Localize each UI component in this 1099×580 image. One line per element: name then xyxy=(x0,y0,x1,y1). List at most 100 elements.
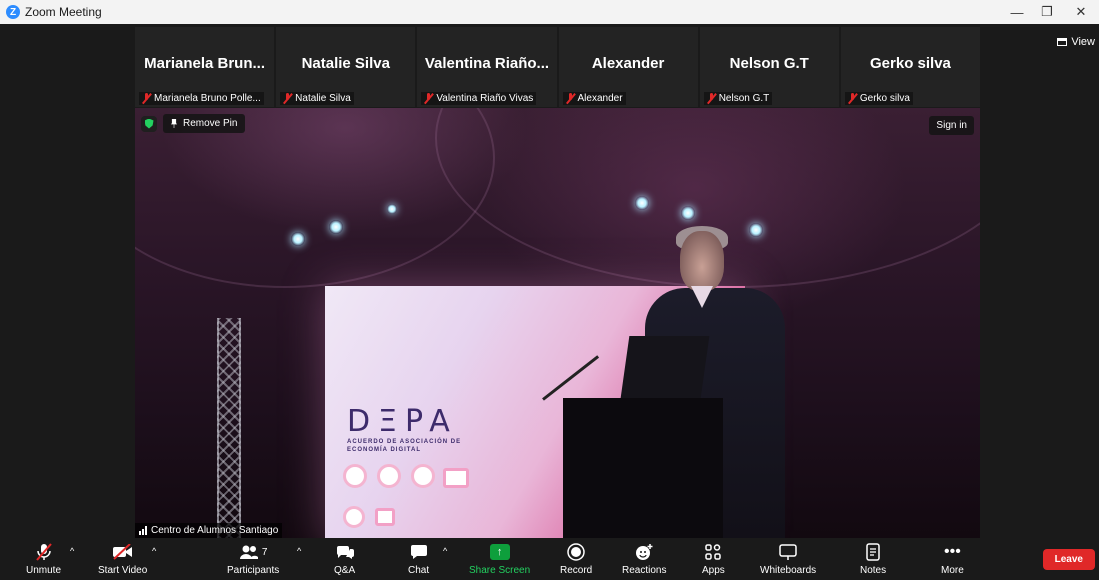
apps-icon xyxy=(704,542,722,562)
restore-icon[interactable]: ❐ xyxy=(1029,0,1065,24)
share-screen-icon: ↑ xyxy=(489,542,510,562)
video-options-chevron-icon[interactable]: ^ xyxy=(152,546,156,556)
notes-button[interactable]: Notes xyxy=(860,542,886,576)
view-button[interactable]: View xyxy=(1057,36,1095,48)
participant-name-tag-text: Gerko silva xyxy=(859,93,910,104)
stage-light xyxy=(749,223,763,237)
pin-icon xyxy=(171,119,177,128)
slide-shape xyxy=(343,506,365,528)
stage-light xyxy=(329,220,343,234)
participant-tile[interactable]: Valentina Riaño... Valentina Riaño Vivas xyxy=(417,27,557,107)
record-button[interactable]: Record xyxy=(560,542,592,576)
sign-in-button[interactable]: Sign in xyxy=(929,116,974,135)
podium xyxy=(563,398,723,538)
participants-icon: 7 xyxy=(239,542,267,562)
unmute-button[interactable]: Unmute xyxy=(26,542,61,576)
title-bar: Z Zoom Meeting — ❐ ✕ xyxy=(0,0,1099,24)
reactions-label: Reactions xyxy=(622,565,667,576)
reactions-button[interactable]: Reactions xyxy=(622,542,666,576)
share-screen-label: Share Screen xyxy=(469,565,531,576)
participant-strip: Marianela Brun... Marianela Bruno Polle.… xyxy=(135,27,981,107)
pin-controls: Remove Pin xyxy=(141,114,246,133)
muted-mic-icon xyxy=(283,93,292,104)
chat-options-chevron-icon[interactable]: ^ xyxy=(443,546,447,556)
participant-name-tag-text: Nelson G.T xyxy=(718,93,770,104)
qa-label: Q&A xyxy=(334,565,356,576)
security-shield-icon[interactable] xyxy=(141,115,157,132)
participant-display-name: Gerko silva xyxy=(870,55,951,72)
signal-strength-icon xyxy=(139,526,147,535)
record-icon xyxy=(567,542,585,562)
participant-display-name: Natalie Silva xyxy=(301,55,390,72)
slide-shape xyxy=(375,508,395,526)
participants-label: Participants xyxy=(227,565,280,576)
participant-display-name: Marianela Brun... xyxy=(144,55,266,72)
muted-mic-icon xyxy=(566,93,575,104)
qa-button[interactable]: Q&A xyxy=(334,542,355,576)
chat-button[interactable]: Chat xyxy=(408,542,429,576)
leave-button[interactable]: Leave xyxy=(1042,549,1095,570)
meeting-area: View Marianela Brun... Marianela Bruno P… xyxy=(0,24,1099,538)
chat-label: Chat xyxy=(408,565,430,576)
participant-tile[interactable]: Natalie Silva Natalie Silva xyxy=(276,27,416,107)
view-button-label: View xyxy=(1071,36,1095,48)
participant-name-tag: Alexander xyxy=(562,92,626,105)
apps-button[interactable]: Apps xyxy=(702,542,725,576)
reactions-icon xyxy=(634,542,654,562)
participant-name-tag: Marianela Bruno Polle... xyxy=(139,92,264,105)
slide-logo: DΞPA xyxy=(347,404,458,439)
more-icon: ••• xyxy=(943,543,961,560)
notes-label: Notes xyxy=(860,565,887,576)
participant-tile[interactable]: Gerko silva Gerko silva xyxy=(840,27,981,107)
muted-mic-icon xyxy=(848,93,857,104)
window-title: Zoom Meeting xyxy=(25,5,102,19)
record-label: Record xyxy=(560,565,593,576)
participant-display-name: Nelson G.T xyxy=(729,55,809,72)
chat-icon xyxy=(410,542,428,562)
participant-display-name: Valentina Riaño... xyxy=(424,55,550,72)
stage-light xyxy=(387,204,397,214)
main-video[interactable]: DΞPA ACUERDO DE ASOCIACIÓN DE ECONOMÍA D… xyxy=(135,108,980,538)
participant-name-tag-text: Valentina Riaño Vivas xyxy=(436,93,534,104)
view-grid-icon xyxy=(1057,38,1068,46)
participant-name-tag: Nelson G.T xyxy=(703,92,773,105)
slide-flag-icon xyxy=(377,464,401,488)
stage-light xyxy=(635,196,649,210)
meeting-toolbar: Unmute ^ Start Video ^ 7 Participants ^ … xyxy=(0,538,1099,580)
participants-options-chevron-icon[interactable]: ^ xyxy=(297,546,301,556)
zoom-logo-icon: Z xyxy=(6,5,20,19)
start-video-button[interactable]: Start Video xyxy=(98,542,147,576)
share-screen-button[interactable]: ↑ Share Screen xyxy=(469,542,530,576)
participant-tile[interactable]: Alexander Alexander xyxy=(558,27,698,107)
video-name-text: Centro de Alumnos Santiago xyxy=(151,525,279,536)
participant-name-tag-text: Alexander xyxy=(577,93,623,104)
whiteboards-button[interactable]: Whiteboards xyxy=(760,542,816,576)
participant-tile[interactable]: Nelson G.T Nelson G.T xyxy=(699,27,839,107)
remove-pin-button[interactable]: Remove Pin xyxy=(163,114,246,133)
slide-subtitle: ACUERDO DE ASOCIACIÓN DE ECONOMÍA DIGITA… xyxy=(347,439,462,453)
notes-icon xyxy=(865,542,881,562)
apps-label: Apps xyxy=(702,565,725,576)
more-button[interactable]: ••• More xyxy=(941,542,964,576)
stage-light xyxy=(291,232,305,246)
remove-pin-label: Remove Pin xyxy=(183,118,238,129)
start-video-label: Start Video xyxy=(98,565,148,576)
laptop xyxy=(620,336,710,398)
whiteboard-icon xyxy=(778,542,798,562)
speaker-head xyxy=(680,231,724,291)
muted-mic-icon xyxy=(424,93,433,104)
muted-mic-icon xyxy=(142,93,151,104)
muted-mic-icon xyxy=(707,93,716,104)
audio-options-chevron-icon[interactable]: ^ xyxy=(70,546,74,556)
video-off-icon xyxy=(112,542,134,562)
more-label: More xyxy=(941,565,964,576)
participant-name-tag-text: Marianela Bruno Polle... xyxy=(154,93,261,104)
participant-tile[interactable]: Marianela Brun... Marianela Bruno Polle.… xyxy=(135,27,275,107)
participants-button[interactable]: 7 Participants xyxy=(227,542,279,576)
participant-name-tag: Valentina Riaño Vivas xyxy=(421,92,537,105)
close-icon[interactable]: ✕ xyxy=(1063,0,1099,24)
stage-light xyxy=(681,206,695,220)
slide-flag-icon xyxy=(343,464,367,488)
participant-display-name: Alexander xyxy=(591,55,665,72)
stage-truss xyxy=(217,318,241,538)
